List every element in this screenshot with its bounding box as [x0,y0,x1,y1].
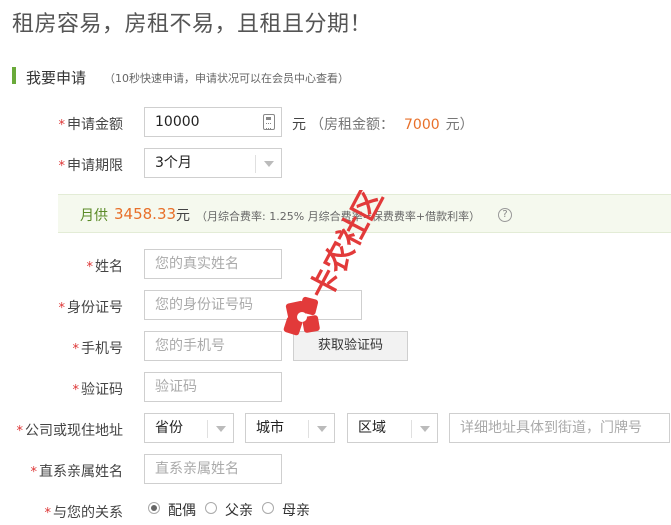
radio-mother-label: 母亲 [282,503,310,519]
radio-father-label: 父亲 [225,503,253,519]
radio-father[interactable] [205,502,217,514]
chevron-down-icon [317,426,327,432]
phone-input[interactable]: 您的手机号 [144,331,282,361]
radio-mother[interactable] [262,502,274,514]
monthly-label: 月供 [80,208,108,224]
section-accent-bar [12,67,16,84]
relation-label: * 与您的关系 [44,505,124,521]
address-detail-input[interactable]: 详细地址具体到街道，门牌号 [449,413,670,443]
radio-spouse[interactable] [148,502,160,514]
calculator-icon [263,114,275,130]
amount-unit: 元 [292,117,306,133]
name-input[interactable]: 您的真实姓名 [144,249,282,279]
monthly-unit: 元 [176,208,190,224]
code-label: * 验证码 [72,382,124,398]
address-label: * 公司或现住地址 [16,423,124,439]
district-select[interactable]: 区域 [347,413,438,443]
section-title: 我要申请 [26,69,87,87]
chevron-down-icon [216,426,226,432]
province-select[interactable]: 省份 [144,413,234,443]
watermark-logo: 卡农社区 [283,190,390,336]
watermark-text: 卡农社区 [303,190,390,306]
phone-label: * 手机号 [72,341,124,357]
name-label: * 姓名 [86,259,124,275]
help-icon[interactable]: ? [498,208,512,222]
rent-amount-info: （房租金额： 7000 元） [310,117,474,133]
section-note: （10秒快速申请，申请状况可以在会员中心查看） [104,72,349,85]
relative-name-input[interactable]: 直系亲属姓名 [144,454,282,484]
chevron-down-icon [420,426,430,432]
id-number-label: * 身份证号 [58,300,124,316]
chevron-down-icon [264,161,274,167]
amount-input[interactable]: 10000 [144,107,282,137]
code-input[interactable]: 验证码 [144,372,282,402]
term-select[interactable]: 3个月 [144,148,282,178]
relative-name-label: * 直系亲属姓名 [30,464,124,480]
term-label: * 申请期限 [58,158,124,174]
radio-spouse-label: 配偶 [168,503,196,519]
monthly-value: 3458.33 [114,205,177,223]
city-select[interactable]: 城市 [245,413,335,443]
amount-label: * 申请金额 [58,117,124,133]
page-headline: 租房容易，房租不易，且租且分期！ [12,12,373,37]
